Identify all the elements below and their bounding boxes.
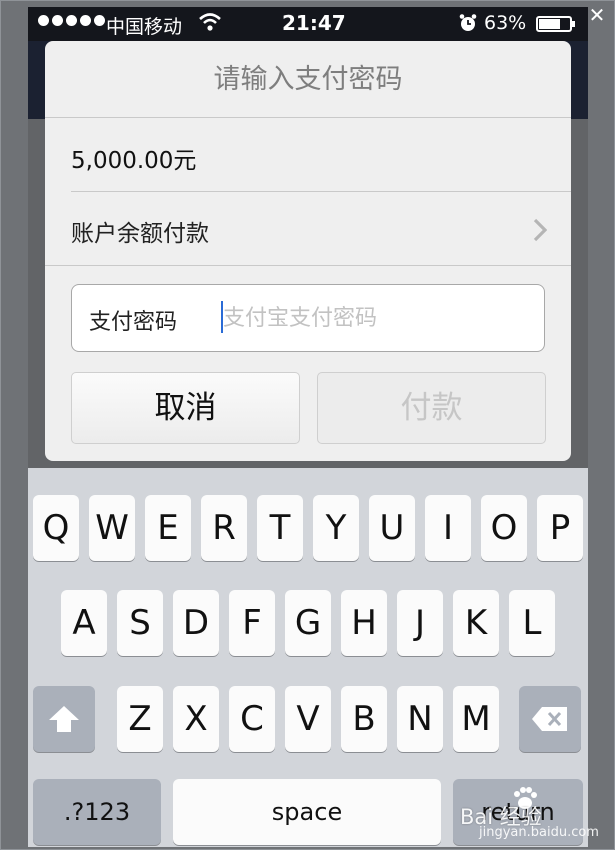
payment-method-row[interactable]: 账户余额付款 bbox=[71, 214, 209, 248]
divider bbox=[45, 265, 571, 266]
alarm-icon bbox=[458, 13, 478, 38]
key-a[interactable]: A bbox=[61, 590, 107, 656]
key-m[interactable]: M bbox=[453, 686, 499, 752]
key-s[interactable]: S bbox=[117, 590, 163, 656]
key-r[interactable]: R bbox=[201, 495, 247, 561]
status-time: 21:47 bbox=[282, 11, 346, 35]
payment-password-dialog: 请输入支付密码 5,000.00元 账户余额付款 支付密码 取消 付款 bbox=[45, 41, 571, 461]
carrier-name: 中国移动 bbox=[106, 16, 183, 38]
password-label: 支付密码 bbox=[89, 310, 178, 335]
key-d[interactable]: D bbox=[173, 590, 219, 656]
pay-button[interactable]: 付款 bbox=[317, 372, 546, 444]
key-h[interactable]: H bbox=[341, 590, 387, 656]
key-n[interactable]: N bbox=[397, 686, 443, 752]
key-i[interactable]: I bbox=[425, 495, 471, 561]
key-y[interactable]: Y bbox=[313, 495, 359, 561]
dialog-title: 请输入支付密码 bbox=[213, 64, 403, 95]
key-g[interactable]: G bbox=[285, 590, 331, 656]
key-o[interactable]: O bbox=[481, 495, 527, 561]
numbers-key[interactable]: .?123 bbox=[33, 779, 161, 845]
divider bbox=[45, 117, 571, 118]
wifi-icon bbox=[198, 12, 222, 37]
battery-icon bbox=[536, 16, 575, 32]
keyboard: QWERTYUIOP ASDFGHJKL Z X C V B N M .?123… bbox=[28, 468, 588, 847]
shift-icon bbox=[47, 703, 81, 743]
key-x[interactable]: X bbox=[173, 686, 219, 752]
battery-percentage: 63% bbox=[484, 12, 527, 34]
window-frame: ✕ 中国移动 21:47 63% 请输入支付密码 5,000.00元 账户余额付… bbox=[0, 0, 615, 850]
cancel-button[interactable]: 取消 bbox=[71, 372, 300, 444]
key-j[interactable]: J bbox=[397, 590, 443, 656]
key-c[interactable]: C bbox=[229, 686, 275, 752]
chevron-right-icon[interactable] bbox=[533, 218, 548, 246]
key-b[interactable]: B bbox=[341, 686, 387, 752]
password-input[interactable] bbox=[223, 298, 533, 338]
status-bar: 中国移动 21:47 63% bbox=[28, 7, 588, 41]
key-l[interactable]: L bbox=[509, 590, 555, 656]
key-e[interactable]: E bbox=[145, 495, 191, 561]
space-key[interactable]: space bbox=[173, 779, 441, 845]
key-k[interactable]: K bbox=[453, 590, 499, 656]
key-v[interactable]: V bbox=[285, 686, 331, 752]
payment-amount: 5,000.00元 bbox=[71, 148, 197, 174]
key-p[interactable]: P bbox=[537, 495, 583, 561]
key-w[interactable]: W bbox=[89, 495, 135, 561]
key-f[interactable]: F bbox=[229, 590, 275, 656]
divider bbox=[71, 191, 571, 192]
key-q[interactable]: Q bbox=[33, 495, 79, 561]
delete-icon bbox=[530, 702, 570, 742]
password-field[interactable]: 支付密码 bbox=[71, 284, 545, 352]
signal-icon bbox=[38, 15, 105, 26]
key-t[interactable]: T bbox=[257, 495, 303, 561]
shift-key[interactable] bbox=[33, 686, 95, 752]
phone-screen: 中国移动 21:47 63% 请输入支付密码 5,000.00元 账户余额付款 … bbox=[28, 7, 588, 847]
key-u[interactable]: U bbox=[369, 495, 415, 561]
key-z[interactable]: Z bbox=[117, 686, 163, 752]
delete-key[interactable] bbox=[519, 686, 581, 752]
watermark-url: jingyan.baidu.com bbox=[479, 825, 599, 840]
